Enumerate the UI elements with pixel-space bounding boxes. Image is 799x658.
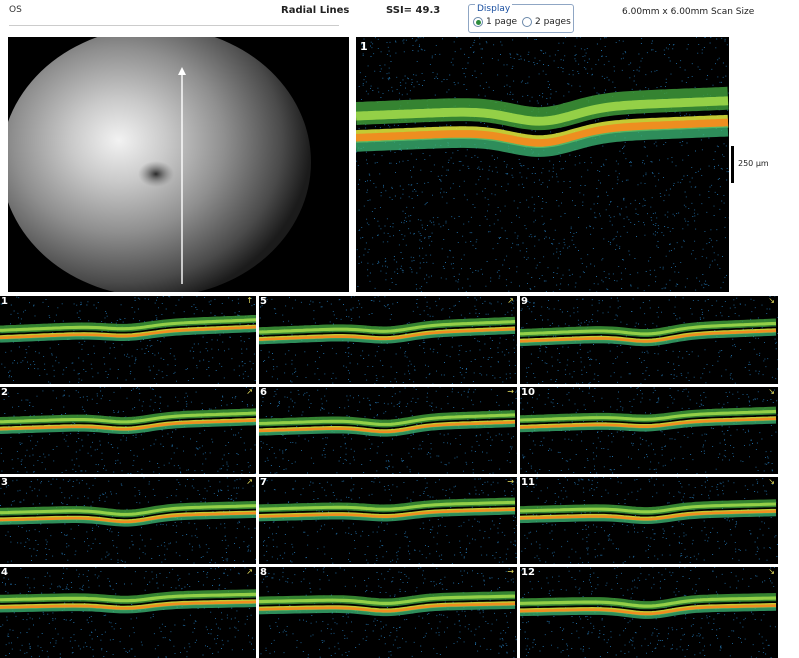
bscan-tile-svg <box>259 296 517 384</box>
radial-scan-grid: 1 ↑ 2 ↗ 3 ↗ 4 ↗ 5 ↗ 6 → 7 → 8 → 9 ↘ 10 ↘ 11 ↘ 12 ↘ <box>0 296 799 658</box>
scan-direction-icon: ↘ <box>768 567 775 576</box>
radio-1-page-label: 1 page <box>486 17 518 27</box>
bscan-tile-6[interactable]: 6 → <box>259 387 517 474</box>
tile-number: 5 <box>260 296 267 307</box>
tile-number: 12 <box>521 567 535 578</box>
bscan-tile-svg <box>0 296 256 384</box>
display-label: Display <box>475 4 513 14</box>
bscan-tile-7[interactable]: 7 → <box>259 477 517 564</box>
bscan-tile-8[interactable]: 8 → <box>259 567 517 658</box>
header-divider <box>9 25 339 26</box>
tile-number: 8 <box>260 567 267 578</box>
bscan-tile-5[interactable]: 5 ↗ <box>259 296 517 384</box>
scan-direction-icon: ↘ <box>768 477 775 486</box>
fundus-image[interactable] <box>8 37 349 292</box>
bscan-tile-svg <box>0 477 256 564</box>
ssi-value: SSI= 49.3 <box>386 5 441 16</box>
scale-bar <box>731 146 734 183</box>
tile-number: 3 <box>1 477 8 488</box>
tile-number: 4 <box>1 567 8 578</box>
bscan-tile-10[interactable]: 10 ↘ <box>520 387 778 474</box>
bscan-tile-12[interactable]: 12 ↘ <box>520 567 778 658</box>
scan-size: 6.00mm x 6.00mm Scan Size <box>622 7 755 17</box>
tile-number: 10 <box>521 387 535 398</box>
radio-1-page[interactable]: 1 page <box>473 17 517 27</box>
main-bscan[interactable]: 1 <box>356 37 729 292</box>
bscan-tile-svg <box>0 567 256 658</box>
scan-direction-icon: ↗ <box>507 296 514 305</box>
scan-name: Radial Lines <box>281 5 350 16</box>
bscan-tile-svg <box>520 296 778 384</box>
radio-2-pages[interactable]: 2 pages <box>522 17 571 27</box>
tile-number: 9 <box>521 296 528 307</box>
bscan-tile-1[interactable]: 1 ↑ <box>0 296 256 384</box>
bscan-tile-svg <box>259 387 517 474</box>
scale-label: 250 µm <box>738 159 769 168</box>
scan-direction-icon: ↗ <box>246 477 253 486</box>
bscan-tile-svg <box>259 567 517 658</box>
bscan-tile-svg <box>259 477 517 564</box>
scan-direction-icon: ↘ <box>768 387 775 396</box>
main-bscan-svg <box>356 37 729 292</box>
scan-direction-icon: → <box>507 567 514 576</box>
eye-label: OS <box>9 5 22 15</box>
bscan-tile-3[interactable]: 3 ↗ <box>0 477 256 564</box>
bscan-tile-9[interactable]: 9 ↘ <box>520 296 778 384</box>
fundus-svg <box>8 37 349 292</box>
bscan-tile-svg <box>520 567 778 658</box>
scan-direction-icon: ↘ <box>768 296 775 305</box>
bscan-tile-4[interactable]: 4 ↗ <box>0 567 256 658</box>
tile-number: 1 <box>1 296 8 307</box>
radio-2-pages-label: 2 pages <box>535 17 571 27</box>
tile-number: 2 <box>1 387 8 398</box>
scan-direction-icon: ↑ <box>246 296 253 305</box>
scan-direction-icon: → <box>507 477 514 486</box>
radio-unselected-icon[interactable] <box>522 17 532 27</box>
scan-direction-icon: ↗ <box>246 387 253 396</box>
radio-selected-icon[interactable] <box>473 17 483 27</box>
scan-direction-icon: ↗ <box>246 567 253 576</box>
bscan-tile-svg <box>0 387 256 474</box>
main-scan-number: 1 <box>360 40 368 53</box>
display-options-group: Display 1 page 2 pages <box>468 4 574 33</box>
bscan-tile-svg <box>520 477 778 564</box>
report-header: OS Radial Lines SSI= 49.3 Display 1 page… <box>0 0 799 36</box>
scan-direction-icon: → <box>507 387 514 396</box>
tile-number: 6 <box>260 387 267 398</box>
bscan-tile-svg <box>520 387 778 474</box>
bscan-tile-11[interactable]: 11 ↘ <box>520 477 778 564</box>
tile-number: 7 <box>260 477 267 488</box>
bscan-tile-2[interactable]: 2 ↗ <box>0 387 256 474</box>
tile-number: 11 <box>521 477 535 488</box>
